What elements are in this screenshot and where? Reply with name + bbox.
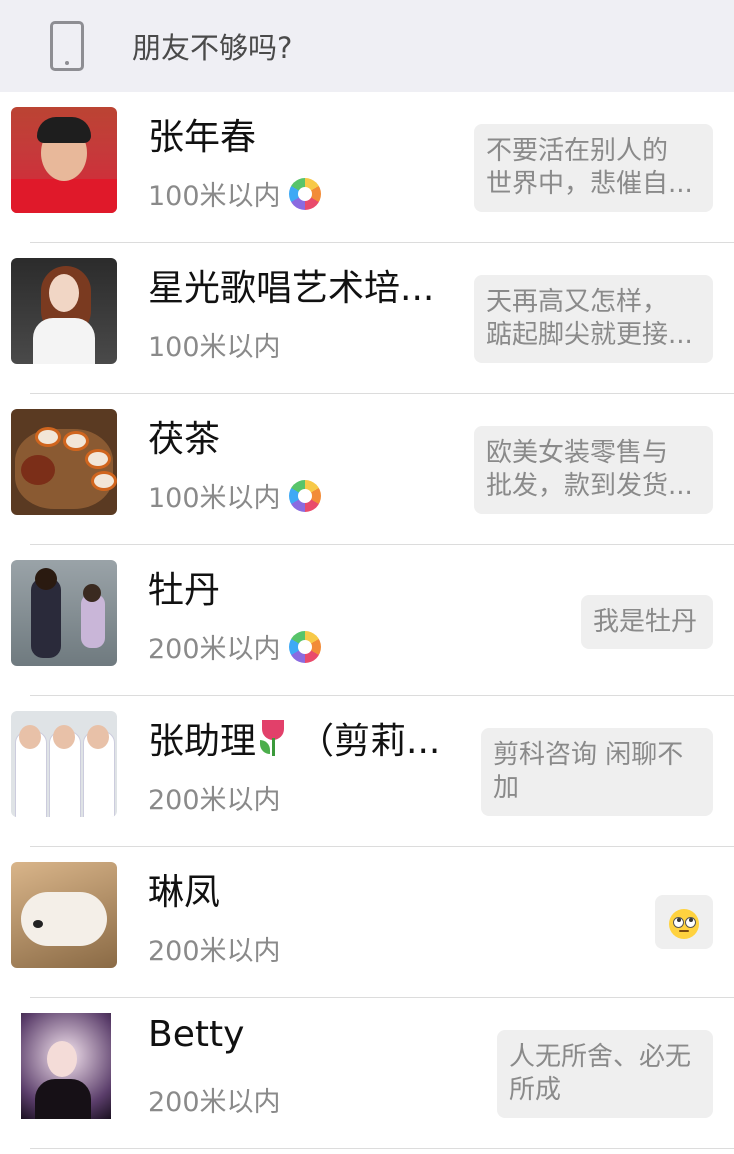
list-item[interactable]: 张年春 100米以内 不要活在别人的 世界中，悲催自...: [0, 92, 734, 243]
distance-label: 100米以内: [148, 325, 281, 364]
nearby-header[interactable]: 朋友不够吗?: [0, 0, 734, 92]
moments-icon: [288, 630, 321, 663]
signature-bubble: 我是牡丹: [581, 595, 713, 649]
avatar[interactable]: [11, 711, 117, 817]
signature-bubble: 天再高又怎样， 踮起脚尖就更接...: [474, 275, 713, 363]
person-name: 琳凤: [148, 872, 221, 913]
distance-label: 200米以内: [148, 929, 281, 968]
person-name: 张年春: [148, 117, 257, 158]
distance-text: 100米以内: [148, 332, 281, 363]
person-name: 星光歌唱艺术培...: [148, 268, 435, 309]
signature-line: 剪科咨询 闲聊不: [493, 740, 684, 770]
avatar[interactable]: [11, 1013, 117, 1119]
signature-line: 不要活在别人的: [486, 136, 669, 166]
list-item[interactable]: 琳凤 200米以内: [0, 847, 734, 998]
avatar[interactable]: [11, 409, 117, 515]
person-name: 茯茶: [148, 419, 221, 460]
signature-line: 所成: [509, 1075, 562, 1105]
signature-bubble: 人无所舍、必无 所成: [497, 1030, 713, 1118]
signature-line: 天再高又怎样，: [486, 287, 669, 317]
list-item[interactable]: 牡丹 200米以内 我是牡丹: [0, 545, 734, 696]
distance-label: 100米以内: [148, 174, 321, 213]
signature-line: 世界中，悲催自...: [486, 169, 693, 199]
distance-text: 200米以内: [148, 1087, 281, 1118]
distance-label: 100米以内: [148, 476, 321, 515]
list-item[interactable]: 张助理 （剪莉... 200米以内 剪科咨询 闲聊不 加: [0, 696, 734, 847]
distance-label: 200米以内: [148, 778, 281, 817]
list-item[interactable]: 茯茶 100米以内 欧美女装零售与 批发，款到发货...: [0, 394, 734, 545]
person-name: 牡丹: [148, 570, 221, 611]
signature-line: 欧美女装零售与: [486, 438, 669, 468]
avatar[interactable]: [11, 107, 117, 213]
header-title: 朋友不够吗?: [132, 31, 293, 65]
signature-bubble: 剪科咨询 闲聊不 加: [481, 728, 713, 816]
avatar[interactable]: [11, 258, 117, 364]
signature-bubble: 欧美女装零售与 批发，款到发货...: [474, 426, 713, 514]
distance-text: 100米以内: [148, 181, 281, 212]
distance-label: 200米以内: [148, 1080, 281, 1119]
moments-icon: [288, 479, 321, 512]
signature-line: 人无所舍、必无: [509, 1042, 692, 1072]
avatar[interactable]: [11, 862, 117, 968]
moments-icon: [288, 177, 321, 210]
signature-line: 批发，款到发货...: [486, 471, 693, 501]
phone-icon: [50, 21, 84, 71]
distance-text: 200米以内: [148, 634, 281, 665]
distance-text: 100米以内: [148, 483, 281, 514]
tulip-emoji: [256, 720, 290, 756]
avatar[interactable]: [11, 560, 117, 666]
person-name: Betty: [148, 1014, 245, 1055]
distance-text: 200米以内: [148, 936, 281, 967]
list-item[interactable]: 星光歌唱艺术培... 100米以内 天再高又怎样， 踮起脚尖就更接...: [0, 243, 734, 394]
list-item[interactable]: Betty 200米以内 人无所舍、必无 所成: [0, 998, 734, 1149]
signature-bubble: [655, 895, 713, 949]
person-name: 张助理 （剪莉...: [148, 712, 440, 764]
signature-line: 踮起脚尖就更接...: [486, 320, 693, 350]
person-name-text: 张助理: [148, 721, 257, 762]
distance-label: 200米以内: [148, 627, 321, 666]
people-nearby-list: 张年春 100米以内 不要活在别人的 世界中，悲催自... 星光歌唱艺术培...…: [0, 92, 734, 1149]
signature-bubble: 不要活在别人的 世界中，悲催自...: [474, 124, 713, 212]
distance-text: 200米以内: [148, 785, 281, 816]
eye-roll-emoji: [669, 908, 699, 939]
person-name-suffix: （剪莉...: [298, 721, 441, 762]
signature-line: 加: [493, 773, 520, 803]
signature-line: 我是牡丹: [593, 607, 698, 637]
